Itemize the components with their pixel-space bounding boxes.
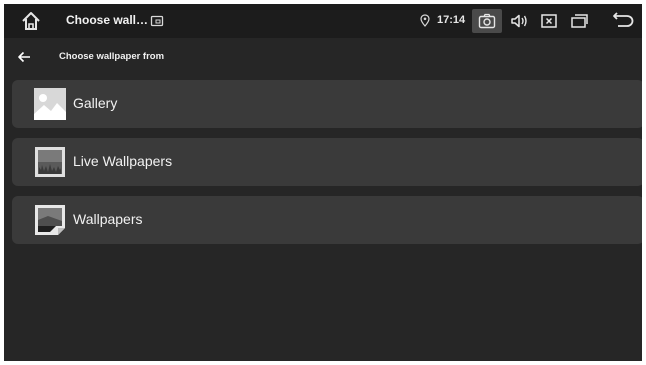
recent-apps-icon[interactable] (568, 11, 590, 31)
option-live-wallpapers[interactable]: Live Wallpapers (12, 138, 642, 186)
page-title: Choose wallpaper from (59, 51, 165, 62)
gallery-icon (34, 88, 66, 120)
option-label: Gallery (73, 95, 118, 111)
wallpapers-icon (34, 204, 66, 236)
camera-icon[interactable] (472, 9, 502, 33)
option-gallery[interactable]: Gallery (12, 80, 642, 128)
clock: 17:14 (437, 14, 466, 26)
screenshot-icon (150, 14, 164, 28)
location-icon (420, 14, 430, 27)
option-label: Live Wallpapers (73, 153, 173, 169)
option-label: Wallpapers (73, 211, 143, 227)
back-arrow-icon[interactable] (16, 49, 32, 65)
back-icon[interactable] (610, 10, 636, 32)
screen: Choose wall… 17:14 Choose wallpaper from… (4, 4, 642, 361)
volume-icon[interactable] (509, 11, 529, 31)
live-wallpapers-icon (34, 146, 66, 178)
option-wallpapers[interactable]: Wallpapers (12, 196, 642, 244)
home-icon[interactable] (20, 10, 42, 32)
close-box-icon[interactable] (539, 11, 559, 31)
app-title: Choose wall… (66, 13, 149, 27)
action-bar: Choose wallpaper from (4, 38, 642, 76)
status-bar: Choose wall… 17:14 (4, 4, 642, 38)
